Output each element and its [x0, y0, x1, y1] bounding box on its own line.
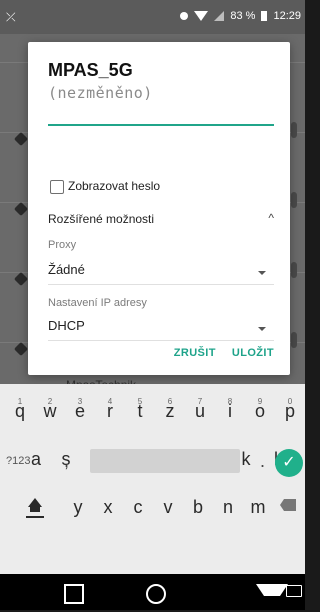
battery-percentage: 83 %	[230, 10, 256, 22]
list-wifi-icon	[13, 341, 29, 357]
advanced-options-toggle[interactable]: Rozšířené možnosti	[48, 212, 154, 226]
key-c[interactable]: c	[124, 490, 152, 524]
key-number-hint: 1	[17, 397, 23, 406]
key-m[interactable]: m	[244, 490, 272, 524]
proxy-select[interactable]: Žádné	[48, 262, 85, 277]
key-o[interactable]: 9o	[246, 394, 274, 428]
advanced-options-caret-icon[interactable]: ^	[268, 211, 274, 225]
home-button[interactable]	[146, 584, 166, 604]
keyboard-row-1: 1q2w3e4r5t6z7u8i9o0p	[0, 394, 305, 438]
key-u[interactable]: 7u	[186, 394, 214, 428]
key-z[interactable]: 6z	[156, 394, 184, 428]
list-wifi-icon	[13, 131, 29, 147]
list-right-indicator	[291, 262, 297, 278]
record-dot-icon	[180, 12, 189, 20]
key-n[interactable]: n	[214, 490, 242, 524]
key-x[interactable]: x	[94, 490, 122, 524]
wifi-config-dialog: MPAS_5G (nezměněno) Zobrazovat heslo Roz…	[28, 42, 290, 375]
key-number-hint: 4	[107, 397, 113, 406]
key-e[interactable]: 3e	[66, 394, 94, 428]
key-number-hint: 8	[227, 397, 233, 406]
ip-settings-label: Nastavení IP adresy	[48, 297, 147, 309]
spacebar-key[interactable]	[90, 449, 240, 473]
ip-settings-select[interactable]: DHCP	[48, 318, 85, 333]
navigation-bar	[0, 574, 305, 610]
ip-settings-underline	[48, 340, 274, 341]
status-right: 83 % 12:29	[180, 10, 301, 22]
status-left-icon: ⤫	[6, 10, 16, 24]
list-right-indicator	[291, 192, 297, 208]
proxy-dropdown-icon[interactable]	[258, 271, 266, 275]
keyboard-row-3: yxcvbnm	[0, 490, 305, 534]
status-bar: ⤫ 83 % 12:29	[0, 0, 305, 34]
key-p[interactable]: 0p	[276, 394, 304, 428]
list-right-indicator	[291, 122, 297, 138]
recents-button[interactable]	[64, 584, 84, 604]
password-underline	[48, 124, 274, 126]
cancel-button[interactable]: ZRUŠIT	[174, 347, 216, 359]
shift-icon[interactable]	[28, 498, 42, 507]
key-number-hint: 7	[197, 397, 203, 406]
key-number-hint: 0	[287, 397, 293, 406]
battery-icon	[261, 11, 268, 21]
shift-underline	[26, 516, 44, 518]
dialog-title: MPAS_5G	[48, 60, 133, 80]
show-password-label[interactable]: Zobrazovat heslo	[68, 179, 160, 193]
key-y[interactable]: y	[64, 490, 92, 524]
proxy-underline	[48, 284, 274, 285]
key-r[interactable]: 4r	[96, 394, 124, 428]
period-key[interactable]: .	[260, 451, 265, 472]
key-number-hint: 2	[47, 397, 53, 406]
ip-settings-dropdown-icon[interactable]	[258, 327, 266, 331]
list-wifi-icon	[13, 271, 29, 287]
signal-icon	[214, 11, 225, 21]
symbols-key[interactable]: ?123	[6, 455, 30, 467]
shift-icon-stem	[30, 507, 40, 512]
back-button[interactable]	[256, 584, 288, 612]
key-number-hint: 3	[77, 397, 83, 406]
wifi-icon	[194, 11, 209, 21]
key-b[interactable]: b	[184, 490, 212, 524]
dialog-actions: ZRUŠIT ULOŽIT	[174, 347, 274, 359]
list-wifi-icon	[13, 201, 29, 217]
save-button[interactable]: ULOŽIT	[232, 347, 274, 359]
key-number-hint: 6	[167, 397, 173, 406]
key-number-hint: 5	[137, 397, 143, 406]
key-number-hint: 9	[257, 397, 263, 406]
key-q[interactable]: 1q	[6, 394, 34, 428]
on-screen-keyboard: 1q2w3e4r5t6z7u8i9o0p asdfghjkl yxcvbnm	[0, 384, 305, 574]
proxy-label: Proxy	[48, 239, 77, 251]
key-w[interactable]: 2w	[36, 394, 64, 428]
enter-key[interactable]: ✓	[275, 449, 303, 477]
status-time: 12:29	[273, 10, 301, 22]
show-password-checkbox[interactable]	[50, 180, 64, 194]
key-i[interactable]: 8i	[216, 394, 244, 428]
keyboard-switch-icon[interactable]	[286, 585, 302, 597]
list-right-indicator	[291, 332, 297, 348]
key-t[interactable]: 5t	[126, 394, 154, 428]
comma-key[interactable]: ,	[64, 451, 69, 472]
password-field[interactable]: (nezměněno)	[48, 84, 153, 102]
key-v[interactable]: v	[154, 490, 182, 524]
